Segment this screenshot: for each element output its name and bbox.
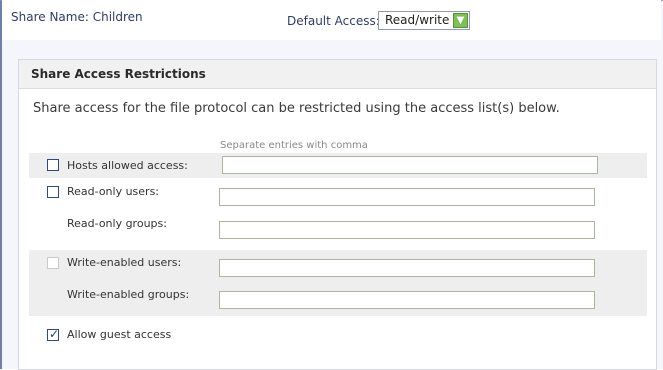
default-access-label: Default Access: [287,14,380,28]
write-enabled-groups-label: Write-enabled groups: [67,288,190,301]
readonly-groups-input[interactable] [219,221,595,239]
write-enabled-users-input[interactable] [219,259,595,277]
panel-title: Share Access Restrictions [31,67,206,81]
readonly-users-input[interactable] [219,188,595,206]
write-enabled-groups-input[interactable] [219,291,595,309]
hosts-allowed-label: Hosts allowed access: [67,159,188,172]
write-enabled-users-label: Write-enabled users: [67,256,182,269]
default-access-value: Read/write [385,13,450,27]
share-name-text: Share Name: Children [11,10,143,24]
hosts-allowed-checkbox[interactable] [47,159,59,171]
share-access-restrictions-panel: Share Access Restrictions Share access f… [18,59,657,370]
chevron-down-icon[interactable]: ▼ [453,13,468,28]
panel-description: Share access for the file protocol can b… [33,101,560,116]
entries-hint: Separate entries with comma [220,140,368,151]
readonly-users-checkbox[interactable] [47,186,59,198]
readonly-groups-label: Read-only groups: [67,217,167,230]
panel-header: Share Access Restrictions [19,60,656,89]
share-header: Share Name: Children Default Access: Rea… [2,0,661,40]
hosts-allowed-input[interactable] [222,156,598,174]
allow-guest-access-checkbox[interactable] [47,327,59,341]
allow-guest-access-label: Allow guest access [67,328,172,341]
readonly-users-label: Read-only users: [67,185,160,198]
write-enabled-users-checkbox[interactable] [47,257,59,269]
default-access-select[interactable]: Read/write ▼ [378,11,470,30]
